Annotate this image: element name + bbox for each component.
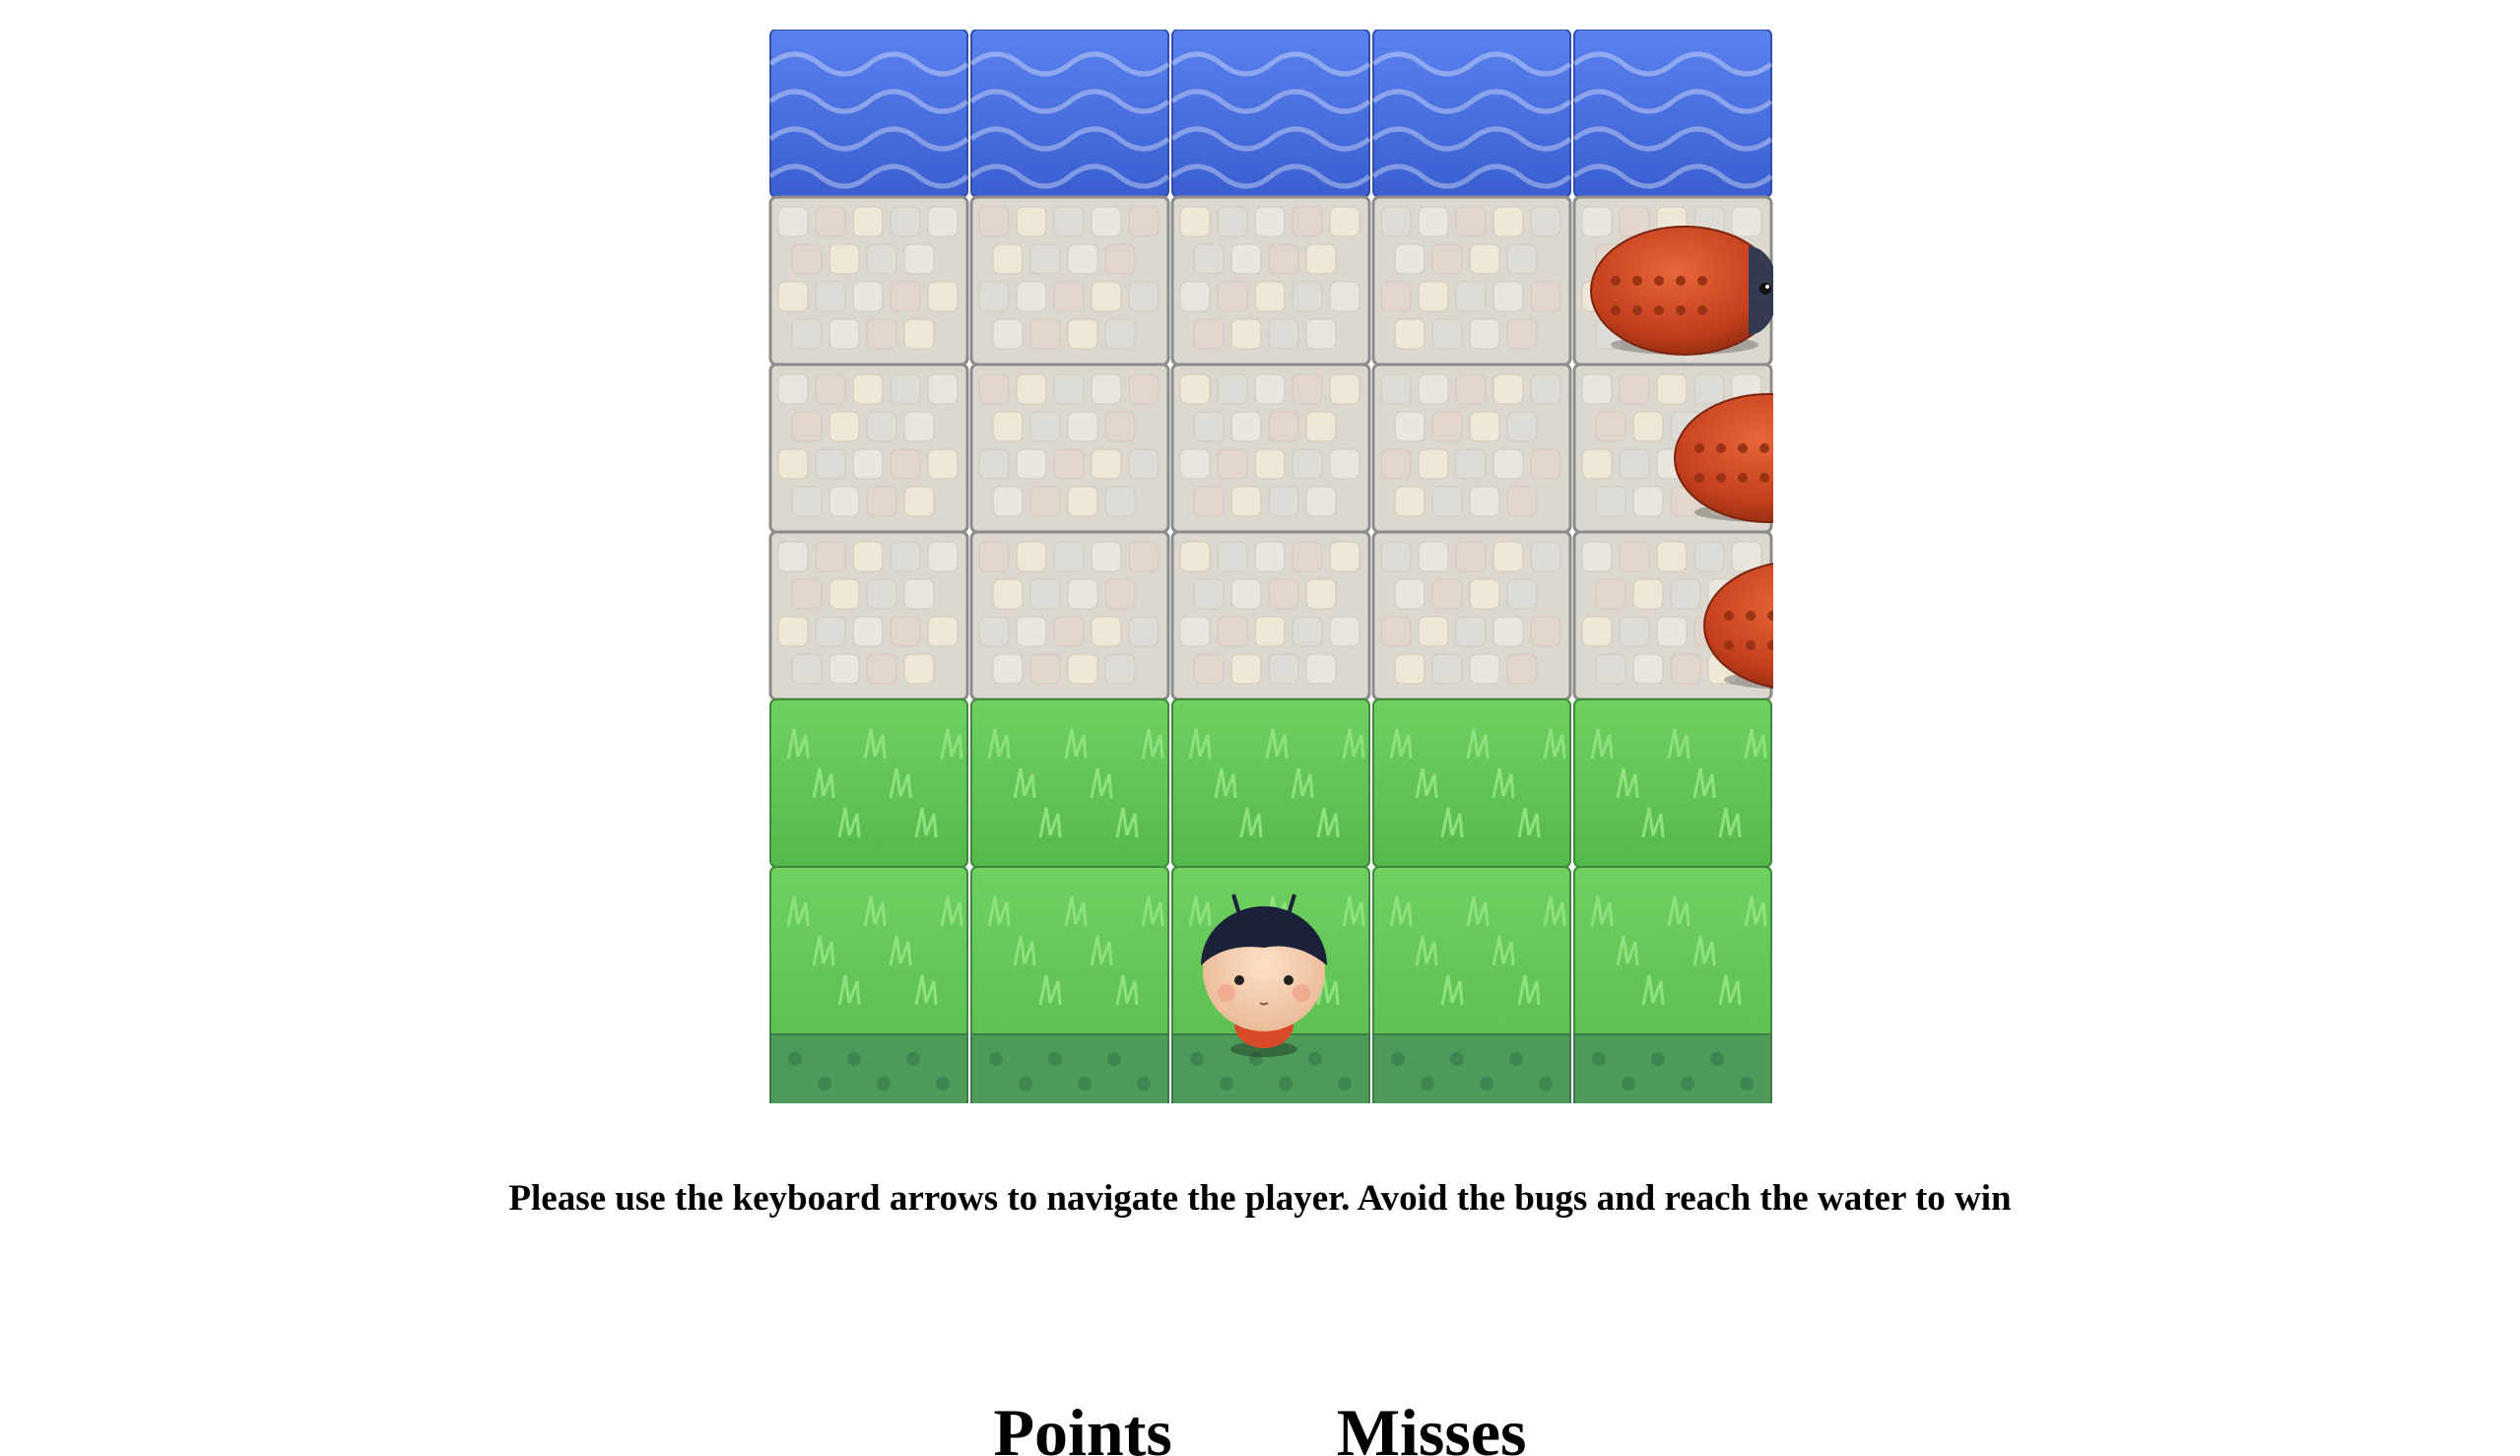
stone-tile: [1371, 195, 1572, 366]
water-tile: [1170, 30, 1371, 198]
water-tile: [768, 30, 969, 198]
water-tile: [1572, 30, 1773, 198]
instructions-text: Please use the keyboard arrows to naviga…: [508, 1178, 2012, 1219]
game-canvas[interactable]: [768, 30, 1773, 1103]
water-tile: [969, 30, 1170, 198]
scoreboard: Points Misses: [0, 1394, 2520, 1456]
stone-tile: [1170, 530, 1371, 701]
stone-tile: [768, 530, 969, 701]
ladybug-icon: [1590, 226, 1773, 356]
grass-tile: [970, 698, 1169, 868]
grass-tile: [1573, 698, 1772, 868]
stone-tile: [1371, 363, 1572, 534]
game-page: Please use the keyboard arrows to naviga…: [0, 0, 2520, 1456]
grass-tile: [1372, 866, 1571, 1103]
grass-tile: [970, 866, 1169, 1103]
stone-tile: [969, 195, 1170, 366]
stone-tile: [969, 363, 1170, 534]
grass-tile: [1171, 698, 1370, 868]
grass-tile: [1372, 698, 1571, 868]
grass-tile: [1573, 866, 1772, 1103]
stone-tile: [1170, 363, 1371, 534]
stone-tile: [768, 363, 969, 534]
grass-tile: [769, 698, 968, 868]
stone-tile: [969, 530, 1170, 701]
points-label: Points: [993, 1395, 1172, 1456]
water-tile: [1371, 30, 1572, 198]
misses-label: Misses: [1336, 1395, 1527, 1456]
grass-tile: [769, 866, 968, 1103]
game-board[interactable]: [768, 30, 1773, 1103]
stone-tile: [1371, 530, 1572, 701]
stone-tile: [1170, 195, 1371, 366]
stone-tile: [768, 195, 969, 366]
